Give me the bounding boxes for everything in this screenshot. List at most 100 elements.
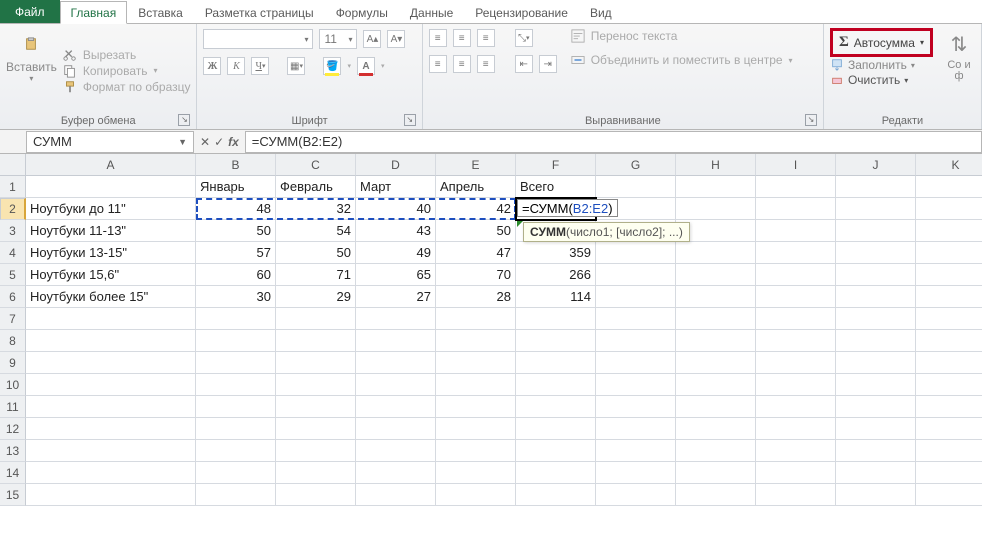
cell[interactable] xyxy=(436,418,516,440)
cell[interactable]: 40 xyxy=(356,198,436,220)
cell[interactable] xyxy=(26,374,196,396)
cell[interactable] xyxy=(836,484,916,506)
cell[interactable]: 49 xyxy=(356,242,436,264)
clear-button[interactable]: Очистить▾ xyxy=(830,73,933,87)
cell[interactable] xyxy=(516,396,596,418)
cell[interactable] xyxy=(916,374,982,396)
row-header[interactable]: 12 xyxy=(0,418,26,440)
cell[interactable] xyxy=(596,440,676,462)
cell[interactable] xyxy=(916,308,982,330)
cell[interactable]: 114 xyxy=(516,286,596,308)
cell[interactable] xyxy=(356,308,436,330)
cell[interactable] xyxy=(836,176,916,198)
cell[interactable] xyxy=(676,308,756,330)
cell[interactable] xyxy=(836,374,916,396)
sort-filter-button[interactable]: ⇅ Со и ф xyxy=(943,28,975,113)
cell[interactable] xyxy=(516,484,596,506)
enter-formula-icon[interactable]: ✓ xyxy=(214,135,224,149)
clipboard-dialog-launcher[interactable]: ↘ xyxy=(178,114,190,126)
cell[interactable] xyxy=(916,286,982,308)
cell[interactable] xyxy=(756,264,836,286)
col-header[interactable]: I xyxy=(756,154,836,176)
increase-font-icon[interactable]: A▴ xyxy=(363,30,381,48)
cell[interactable] xyxy=(916,462,982,484)
cell[interactable] xyxy=(596,308,676,330)
borders-button[interactable]: ▦▾ xyxy=(287,57,305,75)
cell[interactable] xyxy=(26,440,196,462)
cell[interactable] xyxy=(676,462,756,484)
cell[interactable]: 50 xyxy=(196,220,276,242)
cell[interactable] xyxy=(196,330,276,352)
cell[interactable] xyxy=(276,330,356,352)
cell[interactable]: 60 xyxy=(196,264,276,286)
cell[interactable] xyxy=(836,242,916,264)
tab-formulas[interactable]: Формулы xyxy=(325,1,399,23)
cell[interactable] xyxy=(26,462,196,484)
cell[interactable] xyxy=(196,418,276,440)
tab-home[interactable]: Главная xyxy=(60,1,128,24)
alignment-dialog-launcher[interactable]: ↘ xyxy=(805,114,817,126)
cell[interactable] xyxy=(196,308,276,330)
cell[interactable] xyxy=(916,396,982,418)
cell[interactable] xyxy=(676,176,756,198)
cell[interactable]: 359 xyxy=(516,242,596,264)
decrease-font-icon[interactable]: A▾ xyxy=(387,30,405,48)
align-right-icon[interactable]: ≡ xyxy=(477,55,495,73)
cell[interactable] xyxy=(356,418,436,440)
cell[interactable] xyxy=(756,418,836,440)
cell[interactable] xyxy=(836,440,916,462)
cell[interactable] xyxy=(196,374,276,396)
font-name-select[interactable]: ▾ xyxy=(203,29,313,49)
chevron-down-icon[interactable]: ▼ xyxy=(178,137,187,147)
cell[interactable]: 29 xyxy=(276,286,356,308)
italic-button[interactable]: К xyxy=(227,57,245,75)
row-header[interactable]: 11 xyxy=(0,396,26,418)
row-header[interactable]: 9 xyxy=(0,352,26,374)
tab-view[interactable]: Вид xyxy=(579,1,623,23)
cell[interactable] xyxy=(596,352,676,374)
cell[interactable] xyxy=(756,308,836,330)
cell[interactable]: Ноутбуки более 15" xyxy=(26,286,196,308)
align-bottom-icon[interactable]: ≡ xyxy=(477,29,495,47)
cell[interactable] xyxy=(836,418,916,440)
cell[interactable] xyxy=(596,242,676,264)
bold-button[interactable]: Ж xyxy=(203,57,221,75)
cell[interactable] xyxy=(756,374,836,396)
cell[interactable] xyxy=(596,176,676,198)
cell[interactable] xyxy=(436,396,516,418)
col-header[interactable]: D xyxy=(356,154,436,176)
cell[interactable] xyxy=(596,462,676,484)
cell[interactable] xyxy=(676,286,756,308)
cell[interactable] xyxy=(916,330,982,352)
cell[interactable] xyxy=(916,264,982,286)
cell[interactable]: 42 xyxy=(436,198,516,220)
row-header[interactable]: 5 xyxy=(0,264,26,286)
cell[interactable]: 27 xyxy=(356,286,436,308)
cell[interactable] xyxy=(436,374,516,396)
row-header[interactable]: 14 xyxy=(0,462,26,484)
cell[interactable] xyxy=(436,352,516,374)
cell[interactable]: Всего xyxy=(516,176,596,198)
cell[interactable] xyxy=(356,440,436,462)
copy-button[interactable]: Копировать▾ xyxy=(63,64,191,78)
cancel-formula-icon[interactable]: ✕ xyxy=(200,135,210,149)
cell[interactable] xyxy=(276,440,356,462)
align-top-icon[interactable]: ≡ xyxy=(429,29,447,47)
cell[interactable] xyxy=(916,242,982,264)
cell[interactable]: 28 xyxy=(436,286,516,308)
cell[interactable]: 70 xyxy=(436,264,516,286)
cell[interactable] xyxy=(196,484,276,506)
font-dialog-launcher[interactable]: ↘ xyxy=(404,114,416,126)
cell[interactable] xyxy=(596,396,676,418)
decrease-indent-icon[interactable]: ⇤ xyxy=(515,55,533,73)
underline-button[interactable]: Ч▾ xyxy=(251,57,269,75)
tab-data[interactable]: Данные xyxy=(399,1,464,23)
cell[interactable] xyxy=(436,440,516,462)
cell[interactable] xyxy=(756,396,836,418)
cell[interactable]: Март xyxy=(356,176,436,198)
cell[interactable] xyxy=(756,220,836,242)
col-header[interactable]: E xyxy=(436,154,516,176)
cell[interactable] xyxy=(436,330,516,352)
cell[interactable]: 71 xyxy=(276,264,356,286)
cell[interactable]: Ноутбуки 11-13" xyxy=(26,220,196,242)
